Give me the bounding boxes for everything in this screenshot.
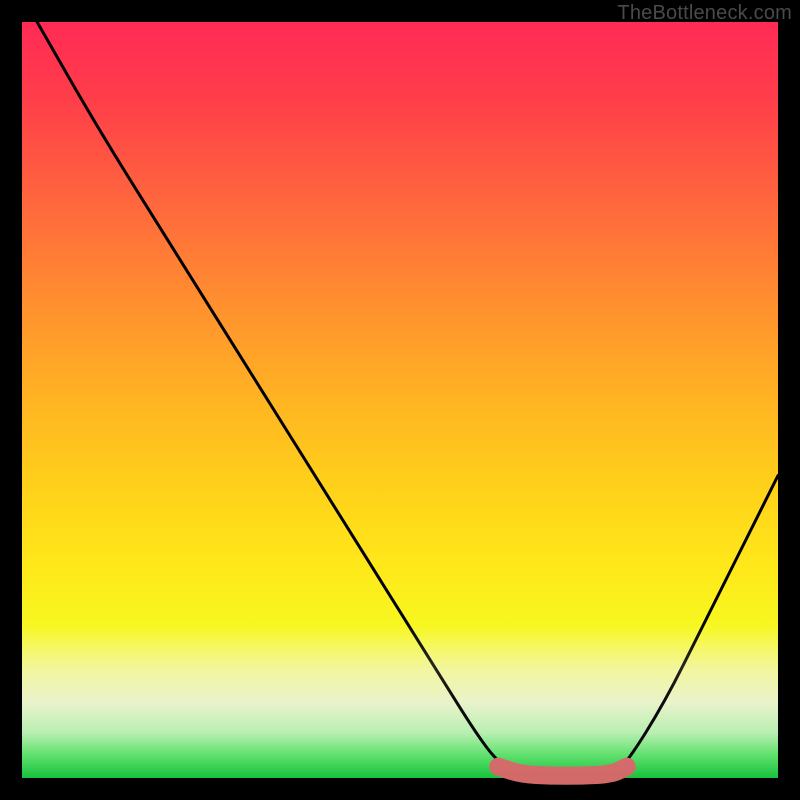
valley-marker-path	[498, 767, 627, 776]
chart-svg	[22, 22, 778, 778]
chart-frame: TheBottleneck.com	[0, 0, 800, 800]
valley-end-dot	[619, 759, 635, 775]
plot-area	[22, 22, 778, 778]
bottleneck-curve-path	[37, 22, 778, 776]
